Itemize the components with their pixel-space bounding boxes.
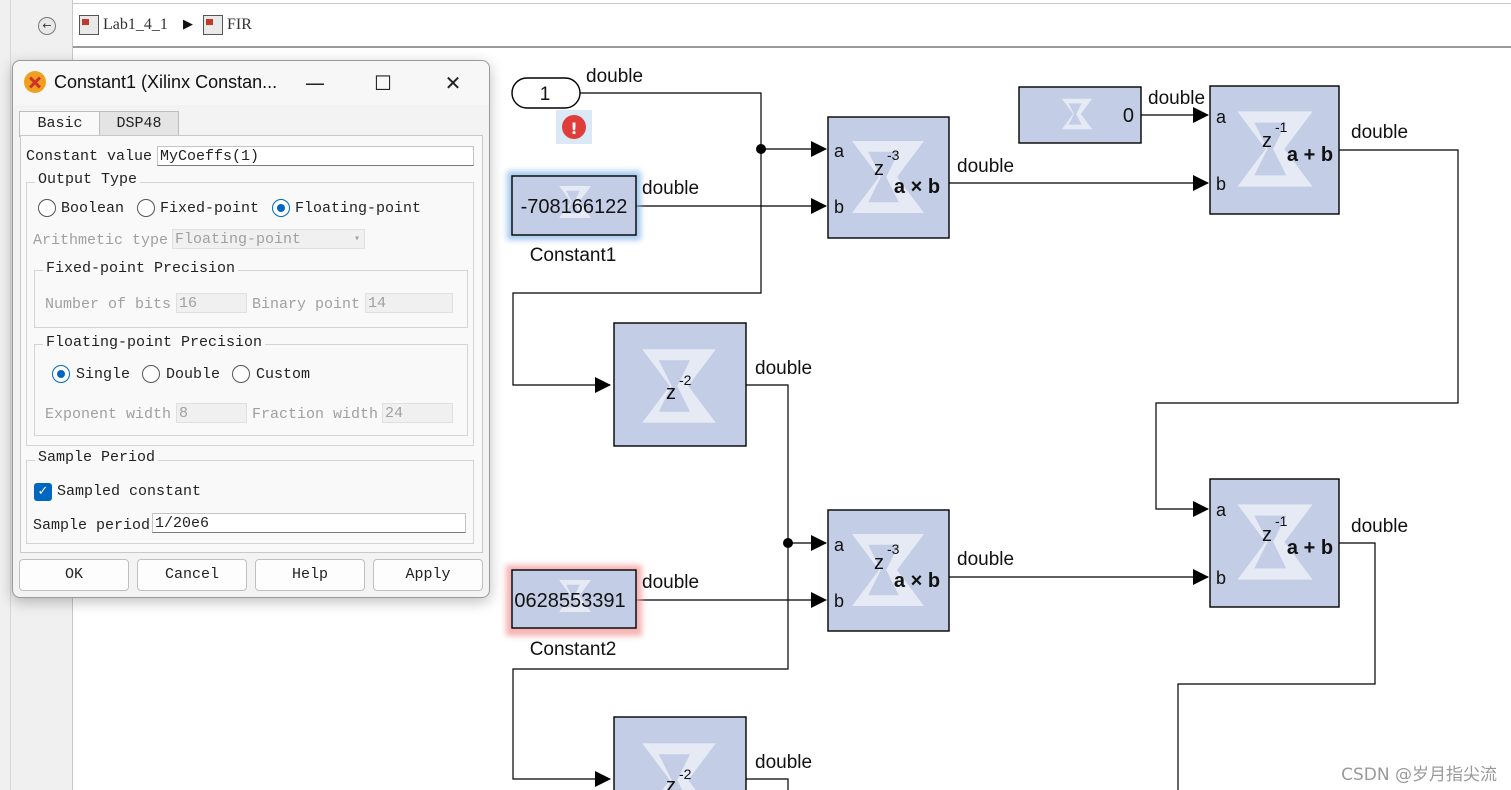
port-b: b <box>1216 174 1226 194</box>
sample-period-title: Sample Period <box>35 449 159 466</box>
branch-point <box>783 538 793 548</box>
dialog-titlebar[interactable]: Constant1 (Xilinx Constan... — ☐ ✕ <box>13 61 489 105</box>
delay-exp: -2 <box>679 766 692 782</box>
signal-type-label: double <box>642 178 699 199</box>
delay-z: z <box>1262 524 1272 546</box>
number-of-bits-label: Number of bits <box>45 296 172 313</box>
radio-custom[interactable] <box>232 365 250 383</box>
signal-type-label: double <box>1351 516 1408 537</box>
port-a: a <box>1216 500 1227 520</box>
port-b: b <box>1216 568 1226 588</box>
radio-floating-point-label: Floating-point <box>295 200 422 217</box>
tab-basic[interactable]: Basic <box>19 111 101 137</box>
port-a: a <box>1216 107 1227 127</box>
radio-single[interactable] <box>52 365 70 383</box>
dropdown-arrow-icon: ▾ <box>353 234 360 245</box>
delay-z: z <box>666 382 676 404</box>
constant1-value: -708166122 <box>521 196 628 218</box>
binary-point-label: Binary point <box>252 296 361 313</box>
output-type-title: Output Type <box>35 171 141 188</box>
constant1-name[interactable]: Constant1 <box>530 245 617 266</box>
arithmetic-type-select: Floating-point ▾ <box>172 229 365 249</box>
add-op: a + b <box>1287 537 1333 559</box>
mult-op: a × b <box>894 570 940 592</box>
port-a: a <box>834 535 845 555</box>
apply-button[interactable]: Apply <box>373 559 483 591</box>
signal-type-label: double <box>642 572 699 593</box>
zero-constant-value: 0 <box>1123 105 1134 127</box>
delay-z: z <box>874 158 884 180</box>
delay-z: z <box>666 775 676 790</box>
signal-type-label: double <box>755 358 812 379</box>
port-b: b <box>834 197 844 217</box>
signal-type-label: double <box>957 156 1014 177</box>
port-a: a <box>834 141 845 161</box>
sample-period-input[interactable]: 1/20e6 <box>152 513 466 533</box>
basic-tab-panel: Constant value MyCoeffs(1) Output Type B… <box>20 135 483 553</box>
fraction-width-label: Fraction width <box>252 406 379 423</box>
delay-z: z <box>1262 130 1272 152</box>
delay-exp: -3 <box>887 147 900 163</box>
floating-point-precision-title: Floating-point Precision <box>43 334 266 351</box>
fraction-width-input: 24 <box>382 403 453 423</box>
xilinx-app-icon <box>24 71 46 93</box>
dialog-title: Constant1 (Xilinx Constan... <box>54 72 278 92</box>
ok-button[interactable]: OK <box>19 559 129 591</box>
constant2-value: 0628553391 <box>514 590 625 612</box>
radio-boolean[interactable] <box>38 199 56 217</box>
constant-value-label: Constant value <box>26 148 153 165</box>
delay-exp: -1 <box>1275 513 1288 529</box>
radio-double[interactable] <box>142 365 160 383</box>
radio-floating-point[interactable] <box>272 199 290 217</box>
signal-type-label: double <box>755 752 812 773</box>
mult-op: a × b <box>894 176 940 198</box>
delay-exp: -3 <box>887 541 900 557</box>
signal-type-label: double <box>1351 122 1408 143</box>
radio-fixed-point-label: Fixed-point <box>160 200 260 217</box>
signal-type-label: double <box>957 549 1014 570</box>
delay-exp: -1 <box>1275 119 1288 135</box>
delay-z: z <box>874 552 884 574</box>
radio-fixed-point[interactable] <box>137 199 155 217</box>
delay-exp: -2 <box>679 372 692 388</box>
arithmetic-type-value: Floating-point <box>175 231 302 248</box>
sampled-constant-label: Sampled constant <box>57 483 202 500</box>
sample-period-label: Sample period <box>33 517 151 534</box>
arithmetic-type-label: Arithmetic type <box>33 232 169 249</box>
add-op: a + b <box>1287 144 1333 166</box>
radio-double-label: Double <box>166 366 221 383</box>
constant-value-input[interactable]: MyCoeffs(1) <box>157 146 474 166</box>
minimize-icon[interactable]: — <box>295 67 335 99</box>
cancel-button[interactable]: Cancel <box>137 559 247 591</box>
port-b: b <box>834 591 844 611</box>
error-icon-mark: ! <box>570 119 577 138</box>
binary-point-input: 14 <box>365 293 453 313</box>
branch-point <box>756 144 766 154</box>
help-button[interactable]: Help <box>255 559 365 591</box>
tab-dsp48[interactable]: DSP48 <box>99 111 179 136</box>
signal-type-label: double <box>1148 88 1205 109</box>
maximize-icon[interactable]: ☐ <box>363 67 403 99</box>
signal-type-label: double <box>586 66 643 87</box>
fixed-point-precision-title: Fixed-point Precision <box>43 260 239 277</box>
sampled-constant-checkbox[interactable]: ✓ <box>34 483 52 501</box>
number-of-bits-input: 16 <box>176 293 247 313</box>
constant2-name[interactable]: Constant2 <box>530 639 617 660</box>
constant-parameters-dialog: Constant1 (Xilinx Constan... — ☐ ✕ Basic… <box>12 60 490 598</box>
radio-single-label: Single <box>76 366 131 383</box>
watermark: CSDN @岁月指尖流 <box>1341 765 1497 785</box>
radio-custom-label: Custom <box>256 366 311 383</box>
inport-number: 1 <box>540 84 551 105</box>
exponent-width-input: 8 <box>176 403 247 423</box>
radio-boolean-label: Boolean <box>61 200 125 217</box>
close-icon[interactable]: ✕ <box>433 67 473 99</box>
exponent-width-label: Exponent width <box>45 406 172 423</box>
